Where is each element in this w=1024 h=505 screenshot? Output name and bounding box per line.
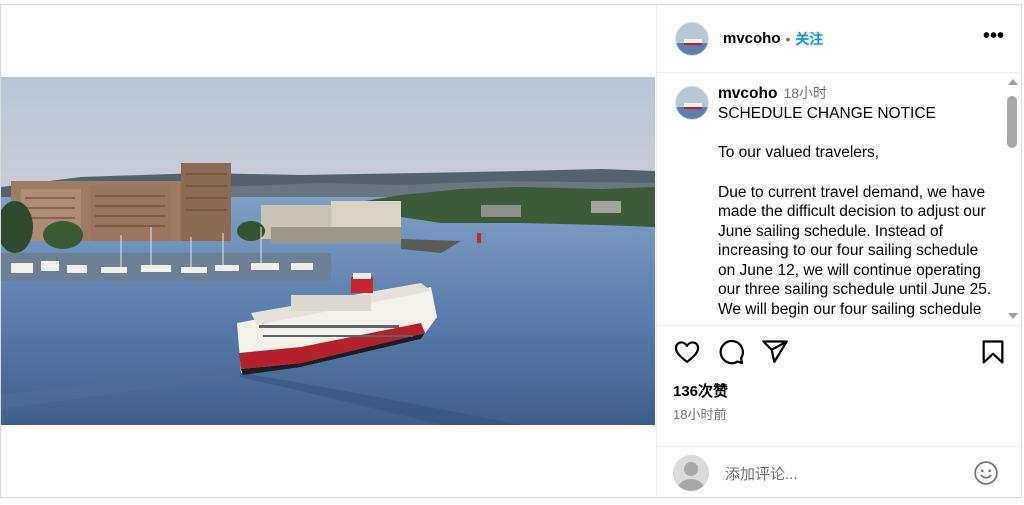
caption-greeting: To our valued travelers,	[718, 144, 880, 161]
comment-icon[interactable]	[717, 338, 745, 366]
caption-username[interactable]: mvcoho	[718, 85, 777, 102]
post-timestamp[interactable]: 18小时前	[673, 404, 726, 423]
caption-area[interactable]: mvcoho 18小时 SCHEDULE CHANGE NOTICE To our…	[657, 74, 1023, 324]
ferry-harbor-image	[1, 77, 655, 425]
post-photo[interactable]	[1, 77, 655, 425]
post-actions: 136次赞 18小时前 添加评论...	[657, 325, 1023, 497]
caption-scrollbar[interactable]	[1001, 74, 1023, 324]
scroll-down-arrow-icon[interactable]	[1008, 313, 1018, 319]
follow-button[interactable]: 关注	[795, 29, 823, 49]
header-username[interactable]: mvcoho	[723, 30, 781, 47]
heart-icon[interactable]	[673, 338, 701, 366]
caption-time: 18小时	[783, 85, 828, 101]
add-comment-bar: 添加评论...	[657, 446, 1023, 498]
caption-title: SCHEDULE CHANGE NOTICE	[718, 104, 936, 122]
post-header: mvcoho • 关注 •••	[657, 5, 1022, 73]
caption-avatar[interactable]	[675, 86, 709, 120]
post-dialog: mvcoho • 关注 ••• mvcoho 18小时 SCHEDULE CHAN…	[0, 4, 1023, 498]
header-separator: •	[785, 30, 791, 47]
user-avatar[interactable]	[675, 21, 709, 56]
default-avatar-icon	[673, 455, 709, 491]
ferry-avatar-icon	[676, 22, 708, 55]
scroll-up-arrow-icon[interactable]	[1008, 79, 1018, 85]
comment-input[interactable]: 添加评论...	[725, 463, 798, 484]
more-icon[interactable]: •••	[983, 25, 1004, 48]
bookmark-icon[interactable]	[979, 338, 1007, 366]
ferry-avatar-icon	[676, 87, 708, 119]
caption: mvcoho 18小时 SCHEDULE CHANGE NOTICE To our…	[718, 84, 998, 324]
likes-count[interactable]: 136次赞	[673, 380, 728, 401]
post-sidebar: mvcoho • 关注 ••• mvcoho 18小时 SCHEDULE CHAN…	[656, 5, 1023, 497]
emoji-icon[interactable]	[973, 460, 999, 486]
caption-body: Due to current travel demand, we have ma…	[718, 183, 992, 325]
current-user-avatar	[673, 455, 709, 491]
action-bar	[673, 338, 1007, 368]
share-icon[interactable]	[761, 338, 789, 366]
media-panel	[1, 5, 655, 497]
scroll-thumb[interactable]	[1007, 96, 1017, 148]
